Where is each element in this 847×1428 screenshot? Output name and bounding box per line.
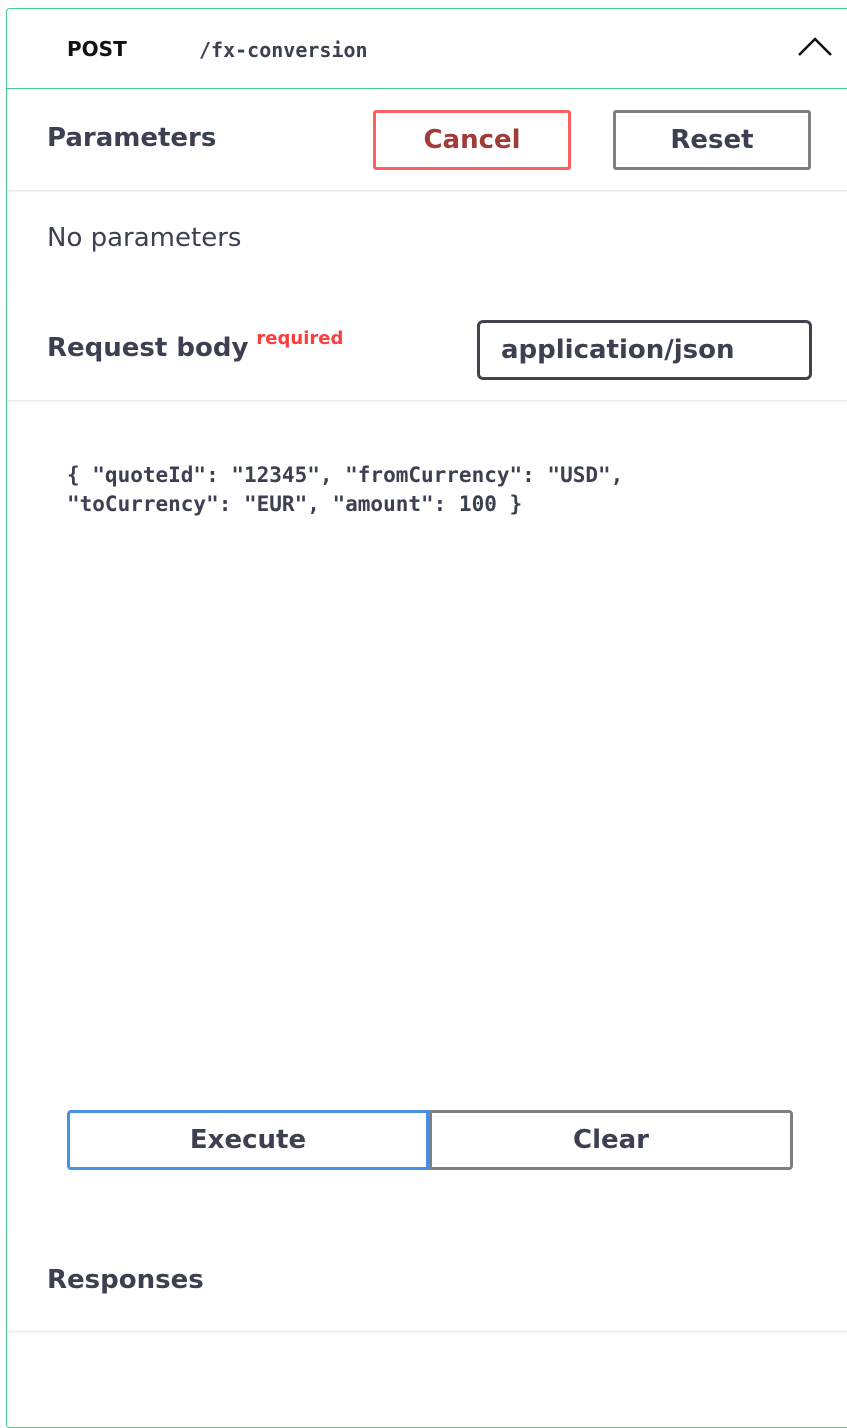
request-body-title: Request body required — [47, 328, 343, 363]
parameters-header: Parameters Cancel Reset — [7, 89, 847, 190]
content-type-select[interactable]: application/json — [477, 320, 812, 380]
reset-button[interactable]: Reset — [613, 110, 811, 170]
chevron-up-icon[interactable] — [797, 33, 833, 59]
endpoint-path: /fx-conversion — [199, 38, 368, 62]
required-badge: required — [256, 328, 344, 349]
responses-title: Responses — [47, 1265, 204, 1295]
request-body-header: Request body required application/json — [7, 299, 847, 400]
opblock-summary[interactable]: POST /fx-conversion — [7, 9, 847, 89]
no-parameters-text: No parameters — [47, 223, 242, 253]
responses-header: Responses — [7, 1229, 847, 1331]
execute-button[interactable]: Execute — [67, 1110, 429, 1170]
request-body-label: Request body — [47, 333, 249, 363]
opblock-post: POST /fx-conversion Parameters Cancel Re… — [6, 8, 847, 1428]
request-body-editor[interactable]: { "quoteId": "12345", "fromCurrency": "U… — [67, 461, 747, 519]
parameters-title: Parameters — [47, 123, 217, 153]
http-method: POST — [67, 37, 127, 61]
clear-button[interactable]: Clear — [429, 1110, 793, 1170]
cancel-button[interactable]: Cancel — [373, 110, 571, 170]
